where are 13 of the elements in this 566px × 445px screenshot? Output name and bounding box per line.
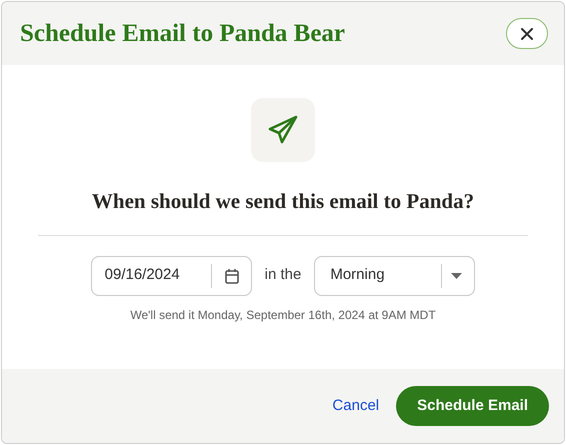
time-select[interactable]: Morning [314, 256, 476, 296]
paper-plane-icon [267, 114, 299, 146]
dropdown-caret-icon [451, 272, 462, 278]
question-heading: When should we send this email to Panda? [92, 188, 474, 215]
dialog-title: Schedule Email to Panda Bear [20, 18, 346, 49]
schedule-email-button[interactable]: Schedule Email [396, 386, 549, 426]
close-button[interactable] [506, 18, 548, 49]
date-field[interactable]: 09/16/2024 [90, 256, 252, 296]
close-icon [521, 28, 533, 40]
cancel-link[interactable]: Cancel [332, 394, 380, 418]
calendar-icon[interactable] [224, 268, 239, 284]
connector-label: in the [264, 265, 302, 286]
schedule-summary: We'll send it Monday, September 16th, 2024 at 9AM MDT [130, 306, 436, 324]
